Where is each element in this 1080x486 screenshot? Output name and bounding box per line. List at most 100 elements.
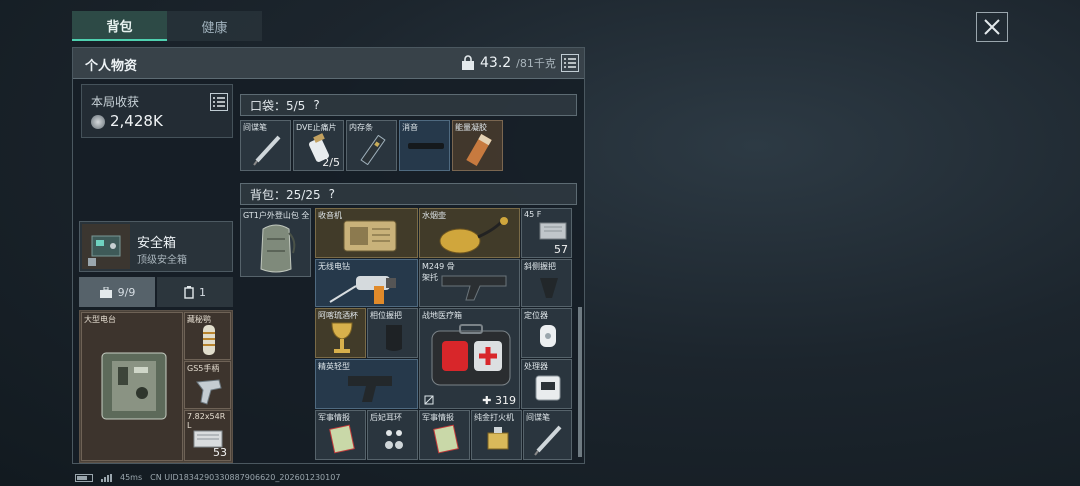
backpack-item-m249-stock[interactable]: M249 骨架托 <box>419 259 520 307</box>
container-tab-safe[interactable]: 9/9 <box>79 277 155 307</box>
stock-icon <box>441 275 507 301</box>
pocket-item-suppressor[interactable]: 消音 <box>399 120 450 171</box>
item-label: GS5手柄 <box>187 364 220 373</box>
stock-icon <box>348 376 392 402</box>
medkit-icon <box>431 324 511 386</box>
hookah-icon <box>439 217 508 254</box>
roll-icon <box>203 325 215 355</box>
weight-indicator: 43.2/81千克 <box>461 54 579 72</box>
item-count: 2/5 <box>322 156 340 169</box>
uid-text: CN UID1834290330887906620_202601230107 <box>150 473 341 482</box>
item-large-radio[interactable]: 大型电台 <box>81 312 183 461</box>
backpack-item-elite-light-stock[interactable]: 精英轻型 <box>315 359 418 409</box>
memory-stick-icon <box>360 135 386 165</box>
top-tab-bar: 背包 健康 <box>72 11 262 41</box>
backpack-item-phase-grip[interactable]: 相位握把 <box>367 308 418 358</box>
durability-icon <box>424 395 434 405</box>
backpack-item-radio[interactable]: 收音机 <box>315 208 418 258</box>
item-label: 间谍笔 <box>526 413 550 422</box>
pocket-item-painkiller[interactable]: DVE止痛片 2/5 <box>293 120 344 171</box>
container-tab-case-label: 1 <box>199 285 206 299</box>
status-bar: 45ms CN UID1834290330887906620_202601230… <box>75 473 340 482</box>
backpack-item-achilles-cup[interactable]: 阿喀琉酒杯 <box>315 308 366 358</box>
earnings-label: 本局收获 <box>91 95 140 109</box>
pocket-item-spy-pen[interactable]: 间谍笔 <box>240 120 291 171</box>
weight-current: 43.2 <box>480 55 512 71</box>
earring-icon <box>385 430 403 449</box>
backpack-header: 背包：25/25 ? <box>240 183 577 205</box>
weight-max: /81千克 <box>516 57 556 70</box>
safe-box-card[interactable]: 安全箱 顶级安全箱 <box>79 221 233 272</box>
item-count: 57 <box>554 243 568 256</box>
safe-box-grid: 大型电台 藏秘鹗 GS5手柄 7.82x54R L 53 <box>79 310 233 463</box>
pocket-header-label: 口袋：5/5 <box>250 98 306 113</box>
backpack-scrollbar[interactable] <box>578 307 582 457</box>
item-label: 斜侧握把 <box>524 262 556 271</box>
backpack-item-field-medkit[interactable]: 战地医疗箱 ✚ 319 <box>419 308 520 409</box>
signal-icon <box>101 473 112 482</box>
item-label: 收音机 <box>318 211 342 220</box>
panel-header: 个人物资 43.2/81千克 <box>73 48 584 79</box>
battery-icon <box>75 473 93 482</box>
backpack-item-military-intel-1[interactable]: 军事情报 <box>315 410 366 460</box>
safe-box-subtitle: 顶级安全箱 <box>137 255 187 266</box>
radio-pack-icon <box>101 352 167 420</box>
backpack-item-locator[interactable]: 定位器 <box>521 308 572 358</box>
tab-backpack[interactable]: 背包 <box>72 11 167 41</box>
backpack-item-spy-pen[interactable]: 间谍笔 <box>523 410 572 460</box>
item-label: 相位握把 <box>370 311 402 320</box>
pocket-header: 口袋：5/5 ? <box>240 94 577 116</box>
document-icon <box>433 424 459 454</box>
backpack-item-cordless-drill[interactable]: 无线电钻 <box>315 259 418 307</box>
item-label: 大型电台 <box>84 315 116 324</box>
item-label: 军事情报 <box>422 413 454 422</box>
item-label: 能量凝胶 <box>455 123 487 132</box>
sort-list-button[interactable] <box>560 54 579 72</box>
safe-box-title: 安全箱 <box>137 236 177 251</box>
item-label: 定位器 <box>524 311 548 320</box>
list-icon <box>213 97 225 107</box>
list-icon <box>563 58 576 68</box>
backpack-help-icon[interactable]: ? <box>329 187 335 201</box>
backpack-item-processor[interactable]: 处理器 <box>521 359 572 409</box>
medkit-durability: 319 <box>495 394 516 407</box>
close-button[interactable] <box>976 12 1008 42</box>
container-tab-case[interactable]: 1 <box>157 277 233 307</box>
ping-value: 45ms <box>120 473 143 482</box>
document-icon <box>329 424 355 454</box>
pocket-item-memory-stick[interactable]: 内存条 <box>346 120 397 171</box>
backpack-item-military-intel-2[interactable]: 军事情报 <box>419 410 470 460</box>
pocket-help-icon[interactable]: ? <box>313 98 319 112</box>
backpack-item-empress-earrings[interactable]: 后妃耳环 <box>367 410 418 460</box>
locator-icon <box>540 325 556 347</box>
backpack-item-angled-grip[interactable]: 斜侧握把 <box>521 259 572 307</box>
item-secret-case[interactable]: 藏秘鹗 <box>184 312 231 360</box>
item-label: 处理器 <box>524 362 548 371</box>
radio-icon <box>343 220 397 252</box>
backpack-item-gold-lighter[interactable]: 纯金打火机 <box>471 410 522 460</box>
equipped-backpack-slot[interactable]: GT1户外登山包 全 <box>240 208 311 277</box>
safe-box-icon <box>82 224 130 269</box>
container-tabs: 9/9 1 <box>79 277 233 307</box>
inventory-panel: 个人物资 43.2/81千克 本局收获 2,428K 安全箱 顶级安全箱 9/9 <box>72 47 585 464</box>
pen-icon <box>253 135 281 166</box>
drill-icon <box>329 276 396 304</box>
pocket-item-energy-gel[interactable]: 能量凝胶 <box>452 120 503 171</box>
coin-icon <box>91 115 105 129</box>
close-icon <box>984 19 1000 35</box>
item-gs5-grip[interactable]: GS5手柄 <box>184 361 231 409</box>
backpack-item-hookah[interactable]: 水烟壶 <box>419 208 520 258</box>
backpack-item-ammo-45[interactable]: 45 F 57 <box>521 208 572 258</box>
earnings-value: 2,428K <box>110 112 163 130</box>
tab-health[interactable]: 健康 <box>167 11 262 41</box>
item-label: 军事情报 <box>318 413 350 422</box>
earnings-detail-button[interactable] <box>210 93 228 111</box>
weight-lock-icon <box>462 55 474 70</box>
item-label: 后妃耳环 <box>370 413 402 422</box>
container-tab-safe-label: 9/9 <box>117 285 136 299</box>
item-count: ✚ 319 <box>482 394 516 407</box>
ammo-box-icon <box>539 222 567 240</box>
item-ammo-762x54r[interactable]: 7.82x54R L 53 <box>184 410 231 461</box>
item-label: 消音 <box>402 123 418 132</box>
panel-title: 个人物资 <box>85 59 138 74</box>
